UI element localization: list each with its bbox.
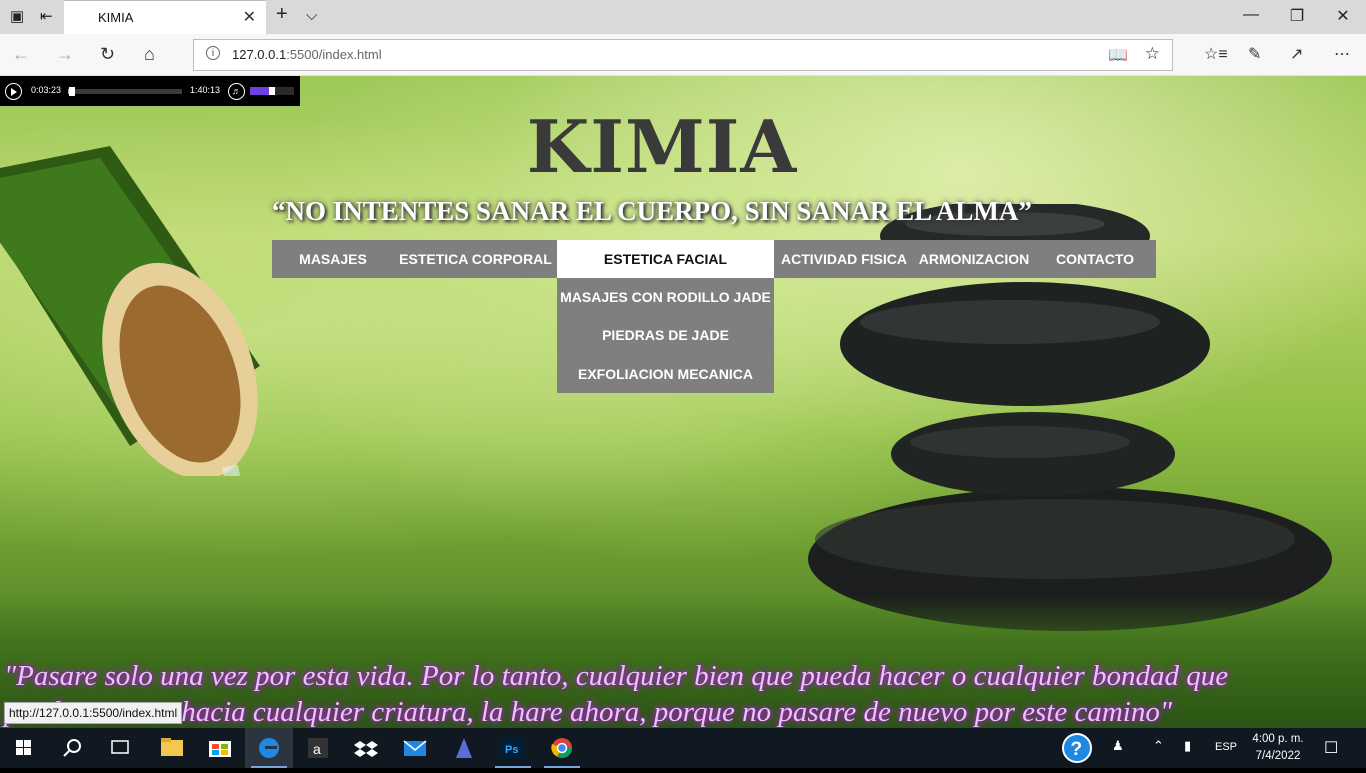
favorites-hub-icon[interactable]: ☆≡ — [1204, 44, 1228, 64]
menu-item-masajes[interactable]: MASAJES — [272, 240, 394, 278]
submenu-estetica-facial: MASAJES CON RODILLO JADE PIEDRAS DE JADE… — [557, 278, 774, 393]
tray-chevron-icon[interactable]: ⌃ — [1153, 738, 1164, 754]
quote-line-2: pueda mostrar hacia cualquier criatura, … — [4, 696, 1173, 728]
dropbox-icon[interactable] — [342, 728, 390, 768]
volume-icon[interactable]: ♬ — [228, 83, 245, 100]
submenu-item-exfoliacion[interactable]: EXFOLIACION MECANICA — [557, 355, 774, 393]
svg-text:Ps: Ps — [505, 744, 518, 756]
share-icon[interactable]: ↗ — [1290, 44, 1303, 64]
clock-time: 4:00 p. m. — [1252, 733, 1304, 745]
photoshop-icon[interactable]: Ps — [489, 728, 537, 768]
progress-bar[interactable] — [68, 87, 182, 96]
menu-item-actividad-fisica[interactable]: ACTIVIDAD FISICA — [774, 240, 914, 278]
submenu-item-piedras-jade[interactable]: PIEDRAS DE JADE — [557, 316, 774, 354]
reading-view-icon[interactable]: 📖 — [1108, 45, 1128, 65]
help-icon[interactable]: ? — [1056, 728, 1096, 768]
play-icon[interactable] — [5, 83, 22, 100]
people-icon[interactable]: ♟ — [1112, 738, 1124, 754]
tab-list-chevron-icon[interactable]: ⌵ — [306, 7, 317, 24]
address-text: 127.0.0.1:5500/index.html — [232, 47, 382, 62]
home-icon[interactable]: ⌂ — [144, 44, 155, 65]
current-time: 0:03:23 — [31, 85, 62, 95]
main-menu: MASAJES ESTETICA CORPORAL ESTETICA FACIA… — [272, 240, 1156, 278]
site-subtitle: “NO INTENTES SANAR EL CUERPO, SIN SANAR … — [272, 196, 1032, 226]
browser-tab-bar: ▣ ⇤ KIMIA ✕ + ⌵ — ❐ ✕ — [0, 0, 1366, 34]
tab-actions-icon[interactable]: ▣ — [10, 7, 24, 25]
task-view-icon[interactable] — [96, 728, 144, 768]
menu-item-contacto[interactable]: CONTACTO — [1034, 240, 1156, 278]
set-tabs-aside-icon[interactable]: ⇤ — [40, 7, 53, 25]
search-icon[interactable] — [48, 728, 96, 768]
store-icon[interactable] — [196, 728, 244, 768]
clock[interactable]: 4:00 p. m. 7/4/2022 — [1244, 731, 1312, 765]
mail-icon[interactable] — [391, 728, 439, 768]
browser-nav-bar: ← → ↻ ⌂ i 127.0.0.1:5500/index.html 📖 ☆ … — [0, 34, 1366, 76]
back-arrow-icon[interactable]: ← — [12, 44, 30, 65]
file-explorer-icon[interactable] — [148, 728, 196, 768]
edge-browser-icon[interactable] — [245, 728, 293, 768]
start-windows-icon[interactable] — [0, 728, 48, 768]
battery-icon[interactable]: ▮ — [1184, 738, 1191, 754]
tab-title: KIMIA — [98, 10, 134, 25]
app-icon[interactable] — [440, 728, 488, 768]
svg-text:?: ? — [1071, 739, 1083, 760]
tab-kimia[interactable]: KIMIA ✕ — [64, 0, 266, 34]
minimize-icon[interactable]: — — [1228, 6, 1274, 24]
chrome-icon[interactable] — [538, 728, 586, 768]
clock-date: 7/4/2022 — [1255, 750, 1301, 762]
address-bar[interactable]: i 127.0.0.1:5500/index.html 📖 ☆ — [193, 39, 1173, 71]
new-tab-button[interactable]: + — [276, 3, 288, 26]
status-bar-url: http://127.0.0.1:5500/index.html — [4, 702, 183, 724]
menu-item-armonizacion[interactable]: ARMONIZACION — [914, 240, 1034, 278]
tab-close-icon[interactable]: ✕ — [243, 7, 256, 27]
menu-item-estetica-facial[interactable]: ESTETICA FACIAL — [557, 240, 774, 278]
site-title: KIMIA — [526, 104, 798, 189]
volume-thumb[interactable] — [269, 87, 275, 95]
amazon-icon[interactable]: a — [294, 728, 342, 768]
total-time: 1:40:13 — [190, 85, 221, 95]
audio-player: 0:03:23 1:40:13 ♬ — [0, 76, 300, 106]
forward-arrow-icon[interactable]: → — [56, 44, 74, 65]
restore-icon[interactable]: ❐ — [1274, 6, 1320, 26]
pen-notes-icon[interactable]: ✎ — [1248, 44, 1261, 64]
favorite-star-icon[interactable]: ☆ — [1145, 44, 1160, 64]
progress-thumb[interactable] — [68, 87, 75, 96]
windows-taskbar: a Ps ? ♟ ⌃ ▮ ESP 4:00 p. m. 7/4/2022 ☐ — [0, 728, 1366, 768]
refresh-icon[interactable]: ↻ — [100, 44, 115, 65]
web-page: 0:03:23 1:40:13 ♬ KIMIA “NO INTENTES SAN… — [0, 76, 1366, 728]
volume-slider[interactable] — [250, 87, 294, 95]
quote-line-1: "Pasare solo una vez por esta vida. Por … — [4, 660, 1229, 692]
notifications-icon[interactable]: ☐ — [1324, 738, 1338, 758]
more-menu-icon[interactable]: ⋯ — [1334, 44, 1350, 64]
submenu-item-rodillo-jade[interactable]: MASAJES CON RODILLO JADE — [557, 278, 774, 316]
quote-text: "Pasare solo una vez por esta vida. Por … — [4, 658, 1366, 728]
menu-item-estetica-corporal[interactable]: ESTETICA CORPORAL — [394, 240, 557, 278]
site-info-icon[interactable]: i — [206, 46, 220, 60]
svg-text:a: a — [313, 741, 321, 757]
language-indicator[interactable]: ESP — [1215, 741, 1237, 753]
close-window-icon[interactable]: ✕ — [1320, 6, 1366, 26]
